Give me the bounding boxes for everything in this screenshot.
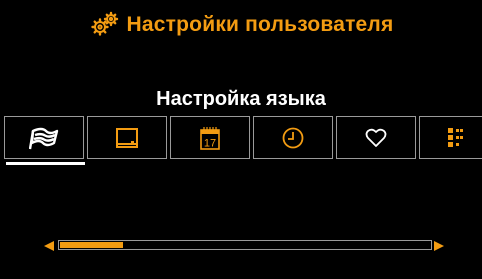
calendar-day-label: 17 bbox=[204, 137, 216, 149]
tab-display[interactable] bbox=[87, 116, 167, 159]
tab-language[interactable] bbox=[4, 116, 84, 159]
active-tab-indicator bbox=[6, 162, 85, 165]
scrollbar-track[interactable] bbox=[58, 240, 432, 250]
scrollbar-thumb[interactable] bbox=[60, 242, 123, 248]
scroll-left-arrow-icon[interactable] bbox=[44, 241, 54, 251]
header-content: Настройки пользователя bbox=[89, 11, 394, 39]
scroll-right-arrow-icon[interactable] bbox=[434, 241, 444, 251]
gears-icon bbox=[89, 11, 121, 39]
flag-icon bbox=[29, 126, 59, 150]
tab-favorites[interactable] bbox=[336, 116, 416, 159]
tab-calendar[interactable]: 17 bbox=[170, 116, 250, 159]
horizontal-scrollbar[interactable] bbox=[44, 238, 444, 254]
header-bar: Настройки пользователя bbox=[0, 0, 482, 50]
heart-icon bbox=[365, 128, 387, 148]
tab-more[interactable] bbox=[419, 116, 482, 159]
calendar-icon: 17 bbox=[200, 126, 220, 150]
section-title: Настройка языка bbox=[156, 88, 326, 110]
monitor-icon bbox=[116, 127, 138, 148]
page-title: Настройки пользователя bbox=[126, 13, 394, 36]
settings-tab-bar: 17 bbox=[4, 116, 482, 159]
tab-clock[interactable] bbox=[253, 116, 333, 159]
clock-icon bbox=[282, 127, 304, 149]
grid-icon bbox=[446, 127, 466, 149]
